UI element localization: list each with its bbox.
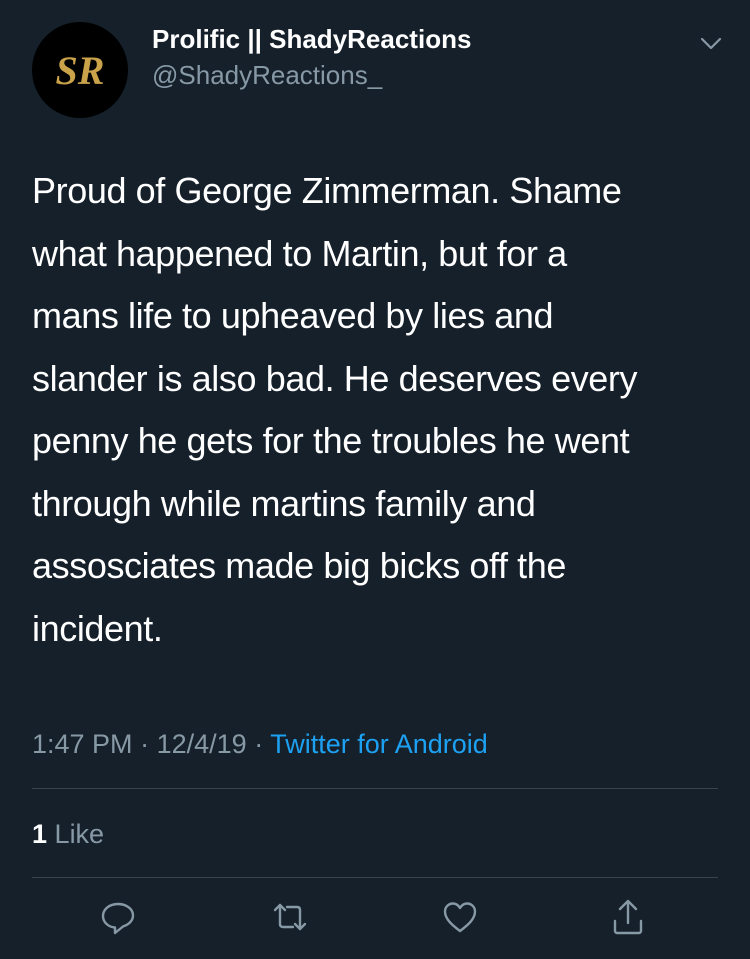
tweet-text-line: assosciates made big bicks off the	[32, 545, 567, 586]
likes-summary[interactable]: 1 Like	[32, 816, 104, 852]
handle[interactable]: @ShadyReactions_	[152, 58, 471, 92]
sr-logo: SR	[56, 48, 105, 93]
tweet-text-line: through while martins family and	[32, 482, 536, 524]
tweet-text-line: penny he gets for the troubles he went	[32, 420, 630, 461]
reply-icon[interactable]	[96, 895, 140, 939]
like-count: 1	[32, 819, 48, 849]
tweet-meta: 1:47 PM · 12/4/19 · Twitter for Android	[32, 726, 488, 762]
tweet-header: SR Prolific || ShadyReactions @ShadyReac…	[32, 22, 732, 118]
action-bar	[0, 895, 750, 945]
display-name[interactable]: Prolific || ShadyReactions	[152, 22, 471, 56]
author-names: Prolific || ShadyReactions @ShadyReactio…	[152, 22, 471, 92]
meta-separator: ·	[140, 729, 150, 759]
divider	[32, 877, 718, 878]
tweet-text-line: mans life to upheaved by lies and	[32, 295, 554, 336]
tweet-date: 12/4/19	[156, 729, 247, 759]
chevron-down-icon[interactable]	[698, 30, 724, 56]
tweet-source-link[interactable]: Twitter for Android	[270, 729, 488, 759]
tweet-text-line: Proud of George Zimmerman. Shame	[32, 170, 622, 211]
tweet-text-line: slander is also bad. He deserves every	[32, 357, 638, 399]
tweet-text-line: incident.	[32, 607, 163, 649]
share-icon[interactable]	[606, 895, 650, 939]
heart-icon[interactable]	[438, 895, 482, 939]
tweet-text: Proud of George Zimmerman. Shame what ha…	[32, 160, 722, 660]
avatar-initials: SR	[56, 48, 105, 93]
tweet-time: 1:47 PM	[32, 729, 133, 759]
like-label: Like	[54, 819, 105, 849]
meta-separator: ·	[254, 729, 264, 759]
tweet-text-line: what happened to Martin, but for a	[32, 232, 567, 274]
retweet-icon[interactable]	[268, 895, 312, 939]
avatar[interactable]: SR	[32, 22, 128, 118]
divider	[32, 788, 718, 789]
